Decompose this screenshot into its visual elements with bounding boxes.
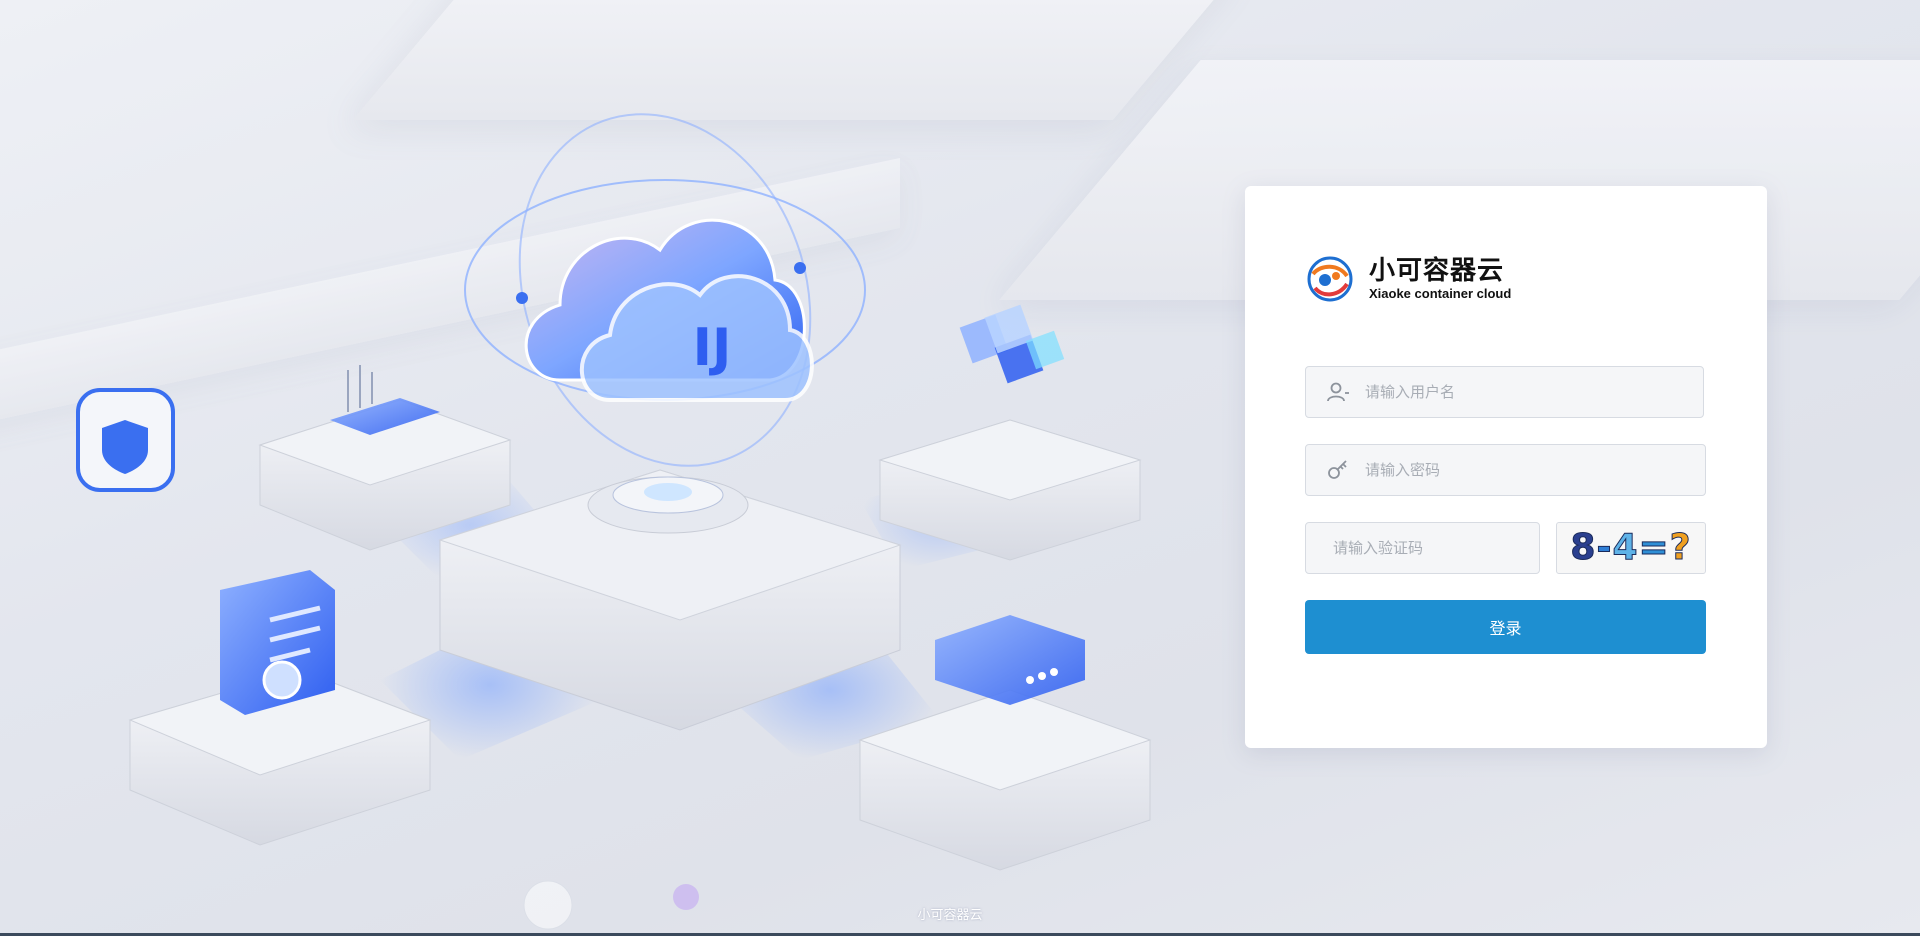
- captcha-input[interactable]: [1333, 528, 1523, 568]
- brand-logo: 小可容器云 Xiaoke container cloud: [1305, 254, 1511, 304]
- username-field[interactable]: [1305, 366, 1704, 418]
- brand-name-en: Xiaoke container cloud: [1369, 285, 1512, 301]
- footer-brand-text: 小可容器云: [917, 908, 983, 923]
- captcha-char: 8: [1570, 527, 1597, 568]
- captcha-image[interactable]: 8-4 =?: [1556, 522, 1706, 574]
- captcha-char: -: [1596, 527, 1613, 568]
- login-page: IJ 小可容器云 Xiaoke container cloud 请输入用户名 请…: [0, 0, 1920, 936]
- brand-name-cn: 小可容器云: [1369, 255, 1505, 286]
- captcha-char: 4: [1612, 527, 1639, 568]
- password-field[interactable]: [1305, 444, 1706, 496]
- key-icon: [1325, 457, 1351, 483]
- login-button[interactable]: 登录: [1305, 600, 1706, 654]
- password-input[interactable]: [1365, 450, 1685, 490]
- username-input[interactable]: [1365, 372, 1685, 412]
- svg-text:IJ: IJ: [693, 318, 732, 378]
- captcha-char: =: [1638, 527, 1670, 568]
- login-card: 小可容器云 Xiaoke container cloud 请输入用户名 请输入验…: [1245, 186, 1767, 748]
- globe-swirl-logo-icon: [1307, 256, 1353, 302]
- captcha-char: ?: [1669, 527, 1692, 568]
- cloud-platform-illustration: IJ: [76, 113, 1152, 930]
- user-icon: [1325, 379, 1351, 405]
- captcha-field[interactable]: [1305, 522, 1540, 574]
